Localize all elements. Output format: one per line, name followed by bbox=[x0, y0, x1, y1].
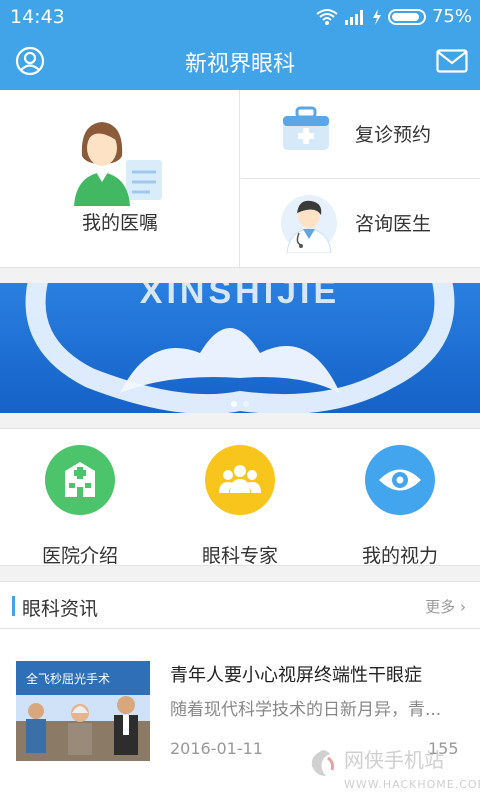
banner-text: XINSHIJIE bbox=[140, 283, 340, 311]
app-bar: 新视界眼科 bbox=[0, 34, 480, 90]
watermark-logo-icon bbox=[311, 750, 334, 776]
news-section-title: 眼科资讯 bbox=[22, 598, 99, 620]
watermark-name: 网侠手机站 bbox=[344, 748, 444, 772]
people-icon bbox=[219, 465, 261, 493]
charging-icon bbox=[372, 8, 381, 25]
wifi-icon bbox=[316, 8, 338, 25]
watermark-url: WWW.HACKHOME.COM bbox=[344, 778, 480, 791]
quick-links: 医院介绍 眼科专家 我的视力 bbox=[0, 428, 480, 567]
section-accent-bar bbox=[12, 596, 15, 616]
signal-icon bbox=[344, 9, 363, 25]
watermark: 网侠手机站 WWW.HACKHOME.COM bbox=[300, 740, 480, 800]
status-time: 14:43 bbox=[10, 6, 65, 28]
hospital-icon bbox=[65, 462, 95, 497]
news-summary: 随着现代科学技术的日新月异，青... bbox=[170, 700, 442, 720]
news-headline: 青年人要小心视屏终端性干眼症 bbox=[170, 665, 422, 686]
page-title: 新视界眼科 bbox=[184, 52, 295, 77]
promo-banner[interactable]: XINSHIJIE bbox=[0, 283, 480, 413]
chevron-right-icon: › bbox=[460, 598, 466, 616]
mail-icon bbox=[436, 49, 468, 73]
battery-icon bbox=[387, 8, 426, 25]
eye-experts-button[interactable]: 眼科专家 bbox=[160, 445, 320, 567]
news-section-header: 眼科资讯 更多 › bbox=[0, 581, 480, 629]
eye-experts-label: 眼科专家 bbox=[201, 545, 278, 567]
followup-appointment-card[interactable]: 复诊预约 bbox=[241, 90, 480, 179]
hospital-intro-label: 医院介绍 bbox=[41, 545, 118, 567]
my-vision-label: 我的视力 bbox=[361, 545, 438, 567]
top-grid: 我的医嘱 复诊预约 咨询医生 bbox=[0, 90, 480, 268]
followup-label: 复诊预约 bbox=[355, 124, 432, 146]
battery-percent: 75% bbox=[431, 6, 472, 27]
status-bar: 14:43 75% bbox=[0, 0, 480, 34]
news-thumbnail: 全飞秒屈光手术 bbox=[16, 661, 150, 761]
my-vision-button[interactable]: 我的视力 bbox=[320, 445, 480, 567]
hospital-intro-button[interactable]: 医院介绍 bbox=[0, 445, 160, 567]
pager-dot[interactable] bbox=[231, 401, 237, 407]
my-advice-label: 我的医嘱 bbox=[81, 212, 158, 234]
consult-doctor-card[interactable]: 咨询医生 bbox=[241, 179, 480, 268]
thumb-caption: 全飞秒屈光手术 bbox=[26, 671, 110, 686]
consult-label: 咨询医生 bbox=[355, 213, 432, 235]
eye-icon bbox=[379, 469, 421, 491]
news-date: 2016-01-11 bbox=[170, 739, 263, 758]
banner-pager bbox=[0, 401, 480, 407]
nurse-avatar-icon bbox=[74, 122, 162, 206]
medical-kit-icon bbox=[283, 106, 329, 150]
doctor-avatar-icon bbox=[281, 195, 337, 253]
messages-button[interactable] bbox=[436, 49, 468, 77]
more-news-link[interactable]: 更多 › bbox=[425, 596, 466, 617]
pager-dot[interactable] bbox=[243, 401, 249, 407]
my-advice-card[interactable]: 我的医嘱 bbox=[0, 90, 240, 268]
